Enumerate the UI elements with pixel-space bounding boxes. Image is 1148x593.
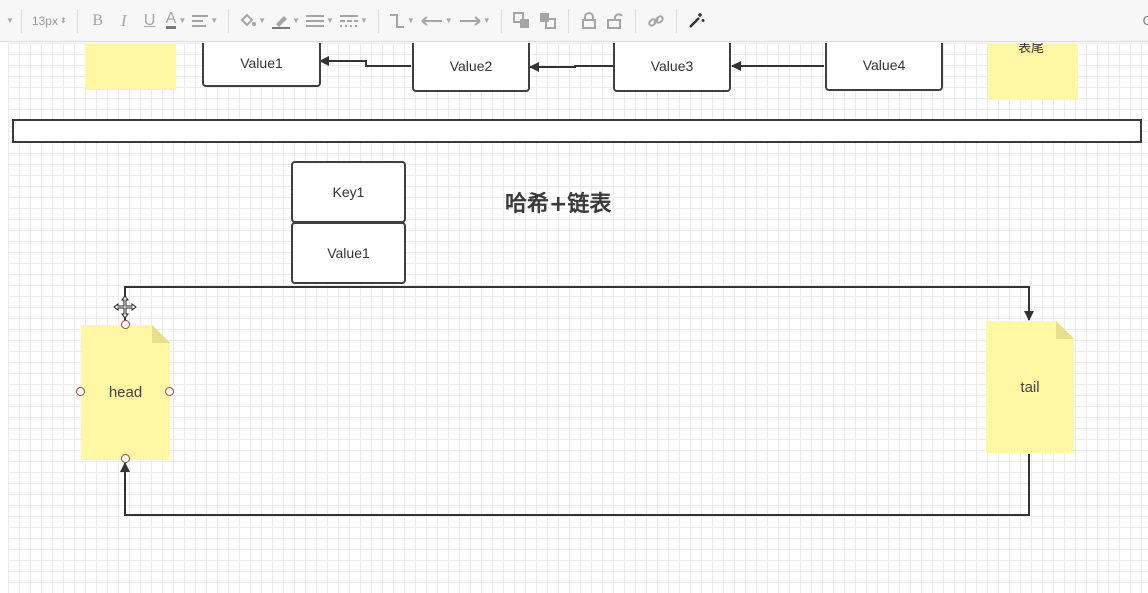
line-width-button[interactable]: ▼ (306, 8, 334, 34)
line-dash-icon (339, 14, 358, 27)
line-end-icon (459, 15, 481, 26)
toolbar-separator (76, 8, 78, 33)
unlock-icon (606, 13, 623, 29)
link-button[interactable] (646, 8, 666, 34)
chevron-down-icon: ▼ (292, 16, 301, 25)
unlock-button[interactable] (605, 8, 625, 34)
toolbar-separator (377, 8, 379, 33)
fill-color-button[interactable]: ▼ (239, 8, 266, 34)
arrow-tail-to-head[interactable] (120, 454, 1030, 516)
waypoint-button[interactable]: ▼ (389, 8, 415, 34)
move-cursor-icon (113, 295, 137, 319)
font-color-button[interactable]: A ▼ (165, 8, 187, 34)
chevron-down-icon: ▼ (444, 16, 453, 25)
fill-color-icon (240, 13, 257, 26)
to-front-button[interactable] (512, 8, 532, 34)
chevron-down-icon: ▼ (482, 16, 491, 25)
to-front-icon (513, 12, 530, 28)
line-end-button[interactable]: ▼ (459, 8, 491, 34)
align-button[interactable]: ▼ (192, 8, 218, 34)
lock-icon (581, 12, 596, 29)
toolbar-separator (675, 8, 677, 33)
toolbar-separator (567, 8, 569, 33)
head-note-fold (152, 325, 170, 343)
connection-handle-right[interactable] (165, 387, 174, 396)
diagram-canvas[interactable]: 表尾 Value1 Value2 Value3 Value4 Key1 Valu… (0, 43, 1148, 593)
value-box-4-label: Value4 (862, 57, 906, 73)
connection-handle-left[interactable] (76, 387, 85, 396)
value-box-2[interactable]: Value2 (412, 43, 530, 92)
toolbar-separator (228, 8, 230, 33)
chevron-down-icon[interactable]: ▼ (6, 16, 14, 25)
entry-value-box[interactable]: Value1 (291, 222, 406, 284)
magic-wand-button[interactable] (687, 8, 707, 34)
arrow-value2-to-value1[interactable] (319, 56, 411, 67)
line-width-icon (306, 14, 325, 27)
bold-icon: B (92, 11, 103, 29)
head-note-label: head (108, 384, 143, 401)
toolbar-separator (500, 8, 502, 33)
to-back-icon (540, 13, 557, 29)
arrow-head-to-tail[interactable] (124, 286, 1034, 324)
value-box-1-label: Value1 (240, 55, 283, 71)
stepper-icon: ⬍ (59, 16, 67, 25)
toolbar-separator (634, 8, 636, 33)
value-box-3[interactable]: Value3 (613, 43, 731, 92)
head-note[interactable]: head (81, 325, 170, 460)
toolbar-overflow-label[interactable]: C (1143, 13, 1148, 28)
underline-button[interactable]: U (140, 8, 160, 34)
toolbar-separator (20, 8, 22, 33)
lock-button[interactable] (579, 8, 599, 34)
connection-handle-top[interactable] (121, 320, 130, 329)
to-back-button[interactable] (538, 8, 558, 34)
link-icon (647, 14, 664, 27)
diagram-title[interactable]: 哈希+链表 (505, 186, 611, 218)
chevron-down-icon: ▼ (258, 16, 267, 25)
chevron-down-icon: ▼ (359, 16, 368, 25)
underline-icon: U (143, 11, 156, 29)
divider-rectangle[interactable] (12, 119, 1142, 143)
entry-key-box[interactable]: Key1 (291, 161, 406, 223)
font-size-dropdown[interactable]: 13px ⬍ (32, 8, 67, 34)
line-start-icon (421, 15, 442, 26)
waypoint-icon (389, 13, 404, 28)
value-box-3-label: Value3 (650, 57, 694, 74)
value-box-4[interactable]: Value4 (825, 43, 943, 91)
tail-note-fold (1056, 321, 1074, 339)
format-toolbar: ▼ 13px ⬍ B I U A ▼ ▼ ▼ ▼ ▼ ▼ ▼ ▼ ▼ C (0, 0, 1148, 42)
arrow-value3-to-value2[interactable] (529, 62, 613, 72)
connection-handle-bottom[interactable] (121, 454, 130, 463)
magic-wand-icon (689, 13, 705, 28)
sticky-note-tail-top-label: 表尾 (1018, 43, 1045, 55)
line-color-icon (272, 15, 291, 29)
tail-note[interactable]: tail (986, 321, 1074, 453)
chevron-down-icon: ▼ (178, 16, 187, 25)
entry-key-label: Key1 (332, 184, 365, 200)
line-dash-button[interactable]: ▼ (339, 8, 368, 34)
italic-button[interactable]: I (114, 8, 134, 34)
line-start-button[interactable]: ▼ (421, 8, 453, 34)
bold-button[interactable]: B (88, 8, 108, 34)
sticky-note-top-left[interactable] (85, 43, 176, 90)
value-box-1[interactable]: Value1 (202, 43, 321, 87)
sticky-note-tail-top[interactable]: 表尾 (988, 43, 1078, 100)
line-color-button[interactable]: ▼ (272, 8, 300, 34)
tail-note-label: tail (1020, 378, 1040, 396)
font-size-value: 13px (31, 13, 58, 28)
value-box-2-label: Value2 (449, 57, 493, 74)
chevron-down-icon: ▼ (326, 16, 334, 25)
chevron-down-icon: ▼ (210, 16, 219, 25)
entry-value-label: Value1 (327, 245, 370, 261)
chevron-down-icon: ▼ (406, 16, 415, 25)
align-icon (192, 14, 209, 27)
font-color-icon: A (165, 10, 177, 29)
italic-icon: I (120, 10, 127, 30)
